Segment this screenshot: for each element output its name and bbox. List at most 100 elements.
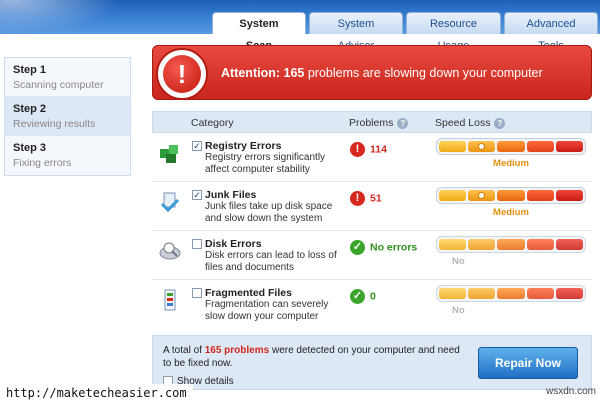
problems-value: 114 [370,143,387,156]
row-description: Disk errors can lead to loss of files an… [205,250,337,273]
summary-text: A total of 165 problems were detected on… [163,344,463,370]
problems-count: ! 51 [350,191,382,206]
meter-segment [497,190,525,201]
meter-marker [478,192,486,199]
problems-value: 0 [370,290,376,303]
step-2: Step 2 Reviewing results [5,97,130,136]
table-header: Category Problems? Speed Loss? [152,111,592,133]
row-title: Registry Errors [205,140,282,152]
meter-segment [439,141,467,152]
fragmented-files-checkbox[interactable] [192,288,202,298]
row-title: Fragmented Files [205,287,292,299]
meter-segment [468,141,496,152]
row-description: Registry errors significantly affect com… [205,152,326,175]
fragmented-files-icon [164,289,176,311]
row-description: Fragmentation can severely slow down you… [205,299,329,322]
attention-prefix: Attention: [221,66,281,80]
junk-files-icon [160,192,180,213]
meter-segment [439,288,467,299]
logo-swoosh [0,0,120,34]
header-speed-loss-label: Speed Loss [435,117,491,129]
step-title: Step 3 [13,142,47,154]
speed-loss-meter [436,187,586,204]
attention-text: problems are slowing down your computer [307,66,543,80]
step-subtitle: Scanning computer [13,79,104,91]
main-tabs: System Scan System Advisor Resource Usag… [212,12,598,52]
summary-footer: A total of 165 problems were detected on… [152,335,592,390]
problems-count: ✓ No errors [350,240,417,255]
table-row: Fragmented Files Fragmentation can sever… [152,280,592,329]
step-title: Step 1 [13,64,47,76]
speed-loss-label: Medium [493,158,529,169]
speed-loss-meter [436,285,586,302]
meter-segment [468,190,496,201]
steps-panel: Step 1 Scanning computer Step 2 Reviewin… [4,57,131,176]
registry-errors-checkbox[interactable]: ✓ [192,141,202,151]
step-3: Step 3 Fixing errors [5,136,130,175]
summary-prefix: A total of [163,345,202,356]
meter-segment [555,190,584,201]
meter-segment [526,190,554,201]
speed-loss-label: No [452,305,465,316]
help-icon[interactable]: ? [397,117,409,129]
meter-segment [468,239,496,250]
step-subtitle: Fixing errors [13,157,72,169]
problems-count: ✓ 0 [350,289,376,304]
row-title: Disk Errors [205,238,262,250]
meter-segment [439,190,467,201]
meter-segment [497,288,525,299]
header-speed-loss: Speed Loss? [435,117,506,129]
meter-segment [555,288,584,299]
meter-segment [497,239,525,250]
error-icon: ! [350,142,365,157]
meter-marker [478,143,486,150]
help-icon[interactable]: ? [494,117,506,129]
meter-segment [555,239,584,250]
exclamation-icon: ! [163,55,201,93]
header-problems: Problems? [349,117,409,129]
tab-resource-usage[interactable]: Resource Usage [406,12,501,52]
speed-loss-meter [436,138,586,155]
meter-segment [526,239,554,250]
speed-loss-meter [436,236,586,253]
registry-cubes-icon [160,145,178,163]
tab-system-advisor[interactable]: System Advisor [309,12,403,52]
meter-segment [526,288,554,299]
meter-segment [497,141,525,152]
watermark-url: http://maketecheasier.com [0,384,193,402]
step-title: Step 2 [13,103,47,115]
table-row: ✓ Registry Errors Registry errors signif… [152,133,592,182]
speed-loss-label: No [452,256,465,267]
disk-errors-checkbox[interactable] [192,239,202,249]
disk-icon [159,242,181,260]
header-category: Category [191,117,234,129]
error-icon: ! [350,191,365,206]
tab-advanced-tools[interactable]: Advanced Tools [504,12,598,52]
problems-value: No errors [370,241,418,254]
row-title: Junk Files [205,189,257,201]
step-subtitle: Reviewing results [13,118,96,130]
problems-value: 51 [370,192,382,205]
header-problems-label: Problems [349,117,394,129]
summary-count: 165 problems [204,345,270,356]
check-icon: ✓ [350,240,365,255]
table-row: Disk Errors Disk errors can lead to loss… [152,231,592,280]
meter-segment [439,239,467,250]
meter-segment [555,141,584,152]
row-description: Junk files take up disk space and slow d… [205,201,333,224]
warning-badge: ! [156,48,208,100]
results-table: Category Problems? Speed Loss? ✓ Registr… [152,111,592,329]
tab-system-scan[interactable]: System Scan [212,12,306,52]
check-icon: ✓ [350,289,365,304]
speed-loss-label: Medium [493,207,529,218]
attention-banner: ! Attention: 165 problems are slowing do… [152,45,592,100]
attention-message: Attention: 165 problems are slowing down… [221,66,543,80]
attention-count: 165 [283,66,305,80]
repair-now-button[interactable]: Repair Now [478,347,578,379]
table-row: ✓ Junk Files Junk files take up disk spa… [152,182,592,231]
meter-segment [526,141,554,152]
problems-count: ! 114 [350,142,387,157]
step-1: Step 1 Scanning computer [5,58,130,97]
meter-segment [468,288,496,299]
junk-files-checkbox[interactable]: ✓ [192,190,202,200]
